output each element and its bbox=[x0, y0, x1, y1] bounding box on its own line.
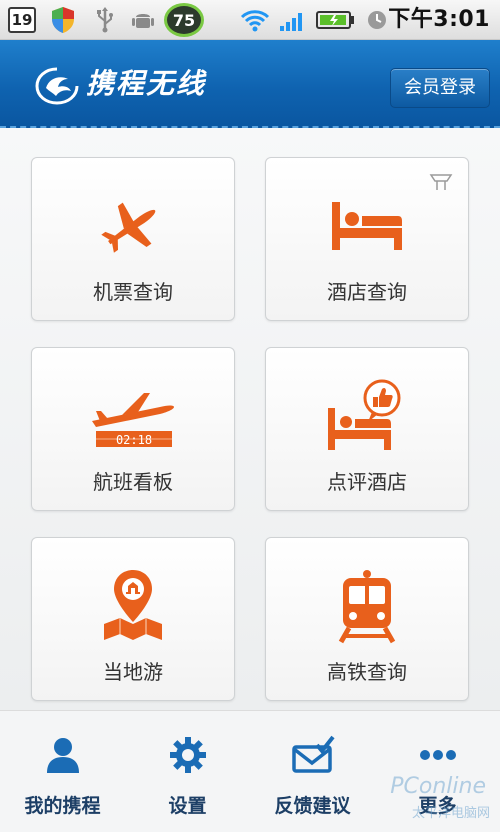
battery-percent-text: 75 bbox=[172, 10, 196, 30]
tile-local-tour[interactable]: 当地游 bbox=[31, 537, 235, 701]
signal-icon bbox=[276, 6, 310, 34]
tile-flight-search[interactable]: 机票查询 bbox=[31, 157, 235, 321]
main-grid: 机票查询 酒店查询 02:18 航班看板 点评酒店 当地游 高铁查询 bbox=[0, 128, 500, 710]
member-login-button[interactable]: 会员登录 bbox=[390, 68, 490, 108]
app-header: 携程无线 会员登录 bbox=[0, 40, 500, 128]
gear-icon bbox=[125, 733, 250, 777]
watermark: PConline 太平洋电脑网 bbox=[386, 764, 496, 830]
tile-label: 点评酒店 bbox=[327, 470, 407, 494]
calendar-icon: 19 bbox=[8, 7, 36, 33]
user-icon bbox=[0, 733, 125, 777]
battery-icon bbox=[314, 6, 358, 34]
tile-train-search[interactable]: 高铁查询 bbox=[265, 537, 469, 701]
battery-percent-icon: 75 bbox=[164, 3, 204, 37]
map-pin-icon bbox=[32, 568, 234, 644]
tile-hotel-search[interactable]: 酒店查询 bbox=[265, 157, 469, 321]
nav-label: 我的携程 bbox=[24, 795, 101, 817]
tile-label: 机票查询 bbox=[93, 280, 173, 304]
tile-label: 航班看板 bbox=[93, 470, 173, 494]
app-title: 携程无线 bbox=[86, 67, 207, 100]
flight-board-icon: 02:18 bbox=[32, 378, 234, 454]
tile-hotel-review[interactable]: 点评酒店 bbox=[265, 347, 469, 511]
nav-label: 设置 bbox=[168, 795, 207, 817]
nav-settings[interactable]: 设置 bbox=[125, 711, 250, 832]
shield-icon bbox=[48, 6, 78, 34]
hotel-review-icon bbox=[266, 378, 468, 454]
nav-feedback[interactable]: 反馈建议 bbox=[250, 711, 375, 832]
watermark-subtitle: 太平洋电脑网 bbox=[411, 806, 490, 821]
watermark-brand: PConline bbox=[390, 774, 486, 799]
train-icon bbox=[266, 568, 468, 644]
android-icon bbox=[128, 6, 158, 34]
status-time: 下午3:01 bbox=[388, 7, 490, 32]
nav-label: 反馈建议 bbox=[274, 795, 351, 817]
mail-icon bbox=[250, 733, 375, 777]
logo-icon bbox=[34, 66, 80, 106]
airplane-icon bbox=[32, 188, 234, 264]
tile-label: 当地游 bbox=[103, 660, 163, 684]
status-bar: 19 75 下午3:01 bbox=[0, 0, 500, 40]
wifi-icon bbox=[238, 6, 272, 34]
nav-my-ctrip[interactable]: 我的携程 bbox=[0, 711, 125, 832]
date-badge-text: 19 bbox=[11, 11, 33, 29]
tile-label: 酒店查询 bbox=[327, 280, 407, 304]
bottom-nav: 我的携程 设置 反馈建议 更多 PConline 太平洋电脑网 bbox=[0, 710, 500, 832]
clock-icon bbox=[364, 6, 390, 34]
flight-board-time: 02:18 bbox=[116, 433, 152, 447]
bed-icon bbox=[266, 188, 468, 264]
usb-icon bbox=[90, 6, 120, 34]
tile-flight-board[interactable]: 02:18 航班看板 bbox=[31, 347, 235, 511]
tile-label: 高铁查询 bbox=[327, 660, 407, 684]
